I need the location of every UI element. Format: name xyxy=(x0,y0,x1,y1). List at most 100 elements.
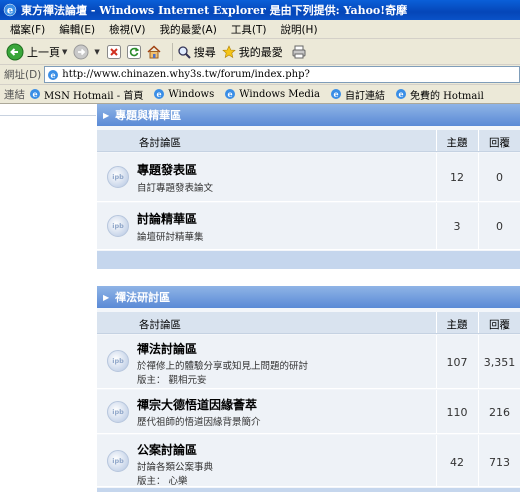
link-label: Windows Media xyxy=(239,88,320,100)
address-label: 網址(D) xyxy=(4,69,42,81)
window-titlebar: e 東方禪法論壇 - Windows Internet Explorer 是由下… xyxy=(0,0,520,20)
forum-title-link[interactable]: 禪法討論區 xyxy=(137,340,197,357)
category-header-zen[interactable]: ▶ 禪法研討區 xyxy=(97,286,520,308)
forum-row: ipb 禪法討論區 於禪修上的體驗分享或知見上問題的研討 版主： 觀相元妄 10… xyxy=(97,335,520,389)
forum-status-icon: ipb xyxy=(107,215,129,237)
forum-description: 自訂專題發表論文 xyxy=(137,183,214,194)
search-label: 搜尋 xyxy=(193,45,216,59)
link-page-icon: e xyxy=(30,89,40,99)
forum-status-icon: ipb xyxy=(107,350,129,372)
forum-topic-count: 42 xyxy=(450,456,464,469)
link-label: Windows xyxy=(168,88,215,100)
toolbar: 上一頁 ▼ ▼ 搜尋 我的最愛 xyxy=(0,39,520,65)
column-header: 各討論區 主題 回覆 xyxy=(97,130,520,152)
forum-reply-count: 216 xyxy=(489,406,510,419)
category-arrow-icon: ▶ xyxy=(103,292,110,302)
forward-arrow-icon xyxy=(73,44,89,59)
forum-row: ipb 專題發表區 自訂專題發表論文 12 0 xyxy=(97,153,520,202)
category-title: 禪法研討區 xyxy=(115,291,171,304)
favorites-label: 我的最愛 xyxy=(238,45,283,59)
forward-dropdown-icon[interactable]: ▼ xyxy=(94,48,99,56)
forum-title-link[interactable]: 禪宗大德悟道因緣薈萃 xyxy=(137,396,257,413)
forum-row: ipb 公案討論區 討論各類公案事典 版主： 心樂 42 713 xyxy=(97,435,520,487)
menu-help[interactable]: 說明(H) xyxy=(280,22,317,37)
svg-text:e: e xyxy=(228,89,233,99)
forward-button[interactable]: ▼ xyxy=(73,44,100,60)
forum-row: ipb 討論精華區 論壇研討精華集 3 0 xyxy=(97,203,520,250)
svg-text:e: e xyxy=(7,6,13,17)
stop-icon[interactable] xyxy=(106,44,122,60)
forum-row: ipb 禪宗大德悟道因緣薈萃 歷代祖師的悟道因緣背景簡介 110 216 xyxy=(97,390,520,434)
back-dropdown-icon[interactable]: ▼ xyxy=(62,48,67,56)
search-button[interactable]: 搜尋 xyxy=(177,44,216,60)
forum-topic-count: 3 xyxy=(453,220,461,233)
star-icon xyxy=(222,44,236,58)
category-title: 專題與精華區 xyxy=(115,109,182,122)
back-arrow-icon xyxy=(6,43,24,60)
forum-topic-count: 110 xyxy=(446,406,468,419)
menu-bar: 檔案(F) 編輯(E) 檢視(V) 我的最愛(A) 工具(T) 說明(H) xyxy=(0,20,520,39)
forum-moderator[interactable]: 版主： 觀相元妄 xyxy=(137,372,207,386)
forum-title-link[interactable]: 專題發表區 xyxy=(137,161,197,178)
address-input[interactable]: e http://www.chinazen.why3s.tw/forum/ind… xyxy=(44,66,520,83)
link-page-icon: e xyxy=(225,89,236,99)
forum-description: 論壇研討精華集 xyxy=(137,232,204,243)
column-replies: 回覆 xyxy=(489,137,510,149)
menu-favorites[interactable]: 我的最愛(A) xyxy=(159,22,216,37)
menu-file[interactable]: 檔案(F) xyxy=(10,22,45,37)
column-forum: 各討論區 xyxy=(139,137,181,149)
back-button[interactable]: 上一頁 ▼ xyxy=(6,43,67,61)
svg-text:e: e xyxy=(51,70,56,80)
menu-view[interactable]: 檢視(V) xyxy=(109,22,145,37)
home-icon[interactable] xyxy=(146,44,162,60)
link-page-icon: e xyxy=(154,89,165,99)
page-content: ▶ 專題與精華區 各討論區 主題 回覆 ipb 專題發表區 自訂專題發表論文 1… xyxy=(0,104,520,492)
forum-area: ▶ 專題與精華區 各討論區 主題 回覆 ipb 專題發表區 自訂專題發表論文 1… xyxy=(97,104,520,492)
toolbar-separator xyxy=(171,42,173,61)
column-replies: 回覆 xyxy=(489,319,510,331)
forum-reply-count: 3,351 xyxy=(483,356,516,369)
link-label: MSN Hotmail - 首頁 xyxy=(44,90,144,102)
column-header: 各討論區 主題 回覆 xyxy=(97,312,520,334)
category-footer xyxy=(97,251,520,269)
svg-text:e: e xyxy=(333,89,338,99)
column-topics: 主題 xyxy=(446,319,468,331)
refresh-icon[interactable] xyxy=(126,44,142,60)
link-page-icon: e xyxy=(395,89,406,99)
window-title: 東方禪法論壇 - Windows Internet Explorer 是由下列提… xyxy=(21,4,408,17)
menu-edit[interactable]: 編輯(E) xyxy=(59,22,95,37)
forum-title-link[interactable]: 討論精華區 xyxy=(137,210,197,227)
page-icon: e xyxy=(48,69,59,80)
forum-topic-count: 107 xyxy=(446,356,468,369)
link-custom[interactable]: e 自訂連結 xyxy=(330,87,385,102)
link-windows[interactable]: e Windows xyxy=(153,88,214,100)
address-url: http://www.chinazen.why3s.tw/forum/index… xyxy=(62,69,310,80)
search-icon xyxy=(178,45,191,59)
ie-icon: e xyxy=(3,3,17,17)
left-margin xyxy=(0,104,96,492)
print-icon[interactable] xyxy=(291,44,307,60)
links-bar: 連結 e MSN Hotmail - 首頁 e Windows e Window… xyxy=(0,85,520,104)
link-windows-media[interactable]: e Windows Media xyxy=(224,88,320,100)
link-msn-hotmail[interactable]: e MSN Hotmail - 首頁 xyxy=(29,87,143,102)
forum-title-link[interactable]: 公案討論區 xyxy=(137,441,197,458)
forum-moderator[interactable]: 版主： 心樂 xyxy=(137,473,188,487)
favorites-button[interactable]: 我的最愛 xyxy=(222,44,283,60)
forum-topic-count: 12 xyxy=(450,171,464,184)
back-label: 上一頁 xyxy=(27,45,60,59)
column-forum: 各討論區 xyxy=(139,319,181,331)
column-topics: 主題 xyxy=(446,137,468,149)
category-header-featured[interactable]: ▶ 專題與精華區 xyxy=(97,104,520,126)
forum-description: 討論各類公案事典 xyxy=(137,462,214,473)
category-footer xyxy=(97,488,520,492)
forum-reply-count: 0 xyxy=(496,171,503,184)
forum-status-icon: ipb xyxy=(107,166,129,188)
forum-reply-count: 713 xyxy=(489,456,510,469)
forum-status-icon: ipb xyxy=(107,401,129,423)
menu-tools[interactable]: 工具(T) xyxy=(231,22,267,37)
link-free-hotmail[interactable]: e 免費的 Hotmail xyxy=(395,87,484,102)
forum-status-icon: ipb xyxy=(107,450,129,472)
divider xyxy=(0,115,96,116)
forum-reply-count: 0 xyxy=(496,220,503,233)
svg-text:e: e xyxy=(32,89,37,99)
